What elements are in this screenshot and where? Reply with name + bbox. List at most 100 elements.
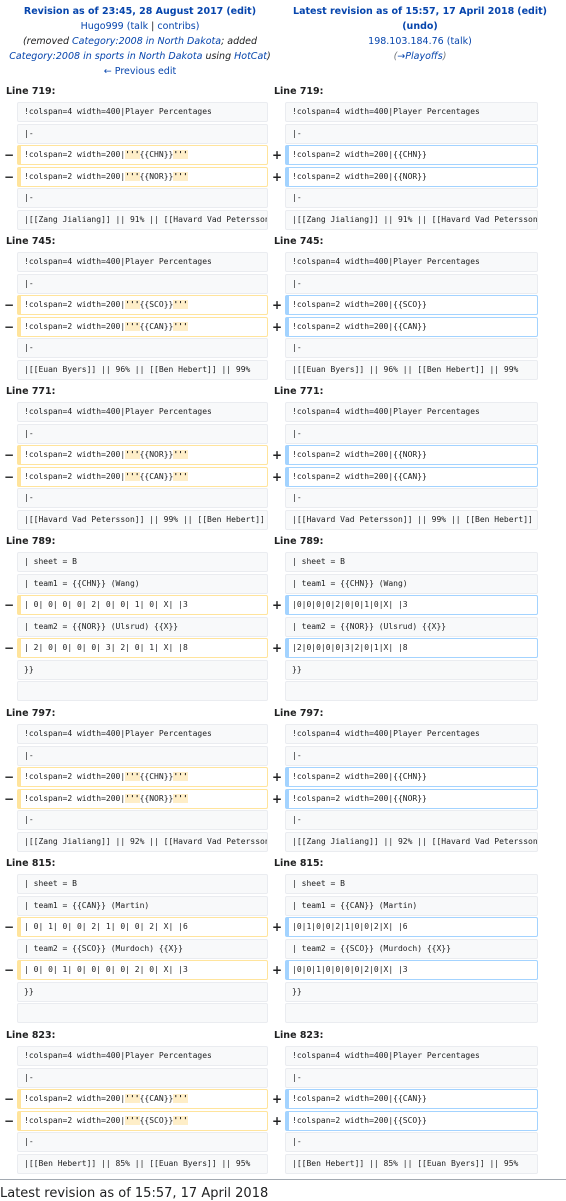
old-revision-title[interactable]: Revision as of 23:45, 28 August 2017: [24, 6, 223, 17]
line-number-left: Line 745:: [6, 236, 56, 247]
added-line: !colspan=2 width=200|{{SCO}}: [285, 295, 538, 315]
context-line-left: |-: [17, 188, 268, 208]
context-line-left: }}: [17, 659, 268, 680]
old-talk-link[interactable]: (talk: [127, 21, 148, 32]
plus-marker: +: [271, 1092, 283, 1106]
line-number-left: Line 771:: [6, 386, 56, 397]
deleted-text-highlight: ''': [125, 300, 140, 309]
line-text: !colspan=2 width=200|: [24, 150, 126, 159]
context-line-right: |-: [285, 745, 538, 766]
hotcat-link[interactable]: HotCat: [234, 51, 267, 62]
line-text: !colspan=2 width=200|: [24, 321, 126, 331]
deleted-text-highlight: ''': [125, 171, 140, 181]
context-line-left: !colspan=4 width=400|Player Percentages: [17, 252, 268, 272]
line-text: {{CAN}}: [139, 321, 174, 331]
summary-text: ): [267, 51, 271, 62]
category-link-2[interactable]: Category:2008 in sports in North Dakota: [9, 51, 202, 62]
context-line-right: | team1 = {{CHN}} (Wang): [285, 573, 538, 594]
added-line: !colspan=2 width=200|{{CAN}}: [285, 316, 538, 337]
deleted-line: !colspan=2 width=200|'''{{CAN}}''': [17, 1089, 268, 1109]
context-line-right: | team2 = {{NOR}} (Ulsrud) {{X}}: [285, 616, 538, 637]
minus-marker: −: [3, 148, 15, 162]
context-line-right: |-: [285, 1067, 538, 1088]
deleted-text-highlight: ''': [173, 1115, 188, 1125]
context-line-left: }}: [17, 981, 268, 1002]
old-user-link[interactable]: Hugo999: [81, 21, 124, 32]
context-line-left: |[[Havard Vad Petersson]] || 99% || [[Be…: [17, 509, 268, 530]
line-text: {{NOR}}: [139, 171, 174, 181]
deleted-text-highlight: ''': [173, 793, 188, 803]
undo-link[interactable]: (undo): [402, 21, 438, 32]
added-line: !colspan=2 width=200|{{CHN}}: [285, 767, 538, 787]
minus-marker: −: [3, 469, 15, 484]
category-link-1[interactable]: Category:2008 in North Dakota: [72, 36, 221, 47]
summary-text: ): [442, 51, 447, 62]
deleted-line: | 0| 0| 0| 0| 2| 0| 0| 1| 0| X| |3: [17, 595, 268, 615]
added-line: !colspan=2 width=200|{{CHN}}: [285, 145, 538, 165]
context-line-left: !colspan=4 width=400|Player Percentages: [17, 102, 268, 122]
minus-marker: −: [3, 1113, 15, 1128]
context-line-right: |-: [285, 188, 538, 208]
context-line-right: !colspan=4 width=400|Player Percentages: [285, 1046, 538, 1066]
context-line-left: |-: [17, 1132, 268, 1152]
diff-header: Revision as of 23:45, 28 August 2017 (ed…: [0, 0, 566, 80]
old-revision-header: Revision as of 23:45, 28 August 2017 (ed…: [6, 4, 274, 79]
plus-marker: +: [271, 319, 283, 334]
new-revision-header: Latest revision as of 15:57, 17 April 20…: [286, 4, 554, 64]
line-text: {{SCO}}: [139, 1115, 174, 1125]
line-text: {{CHN}}: [139, 150, 174, 159]
context-line-right: |-: [285, 1132, 538, 1152]
deleted-text-highlight: ''': [173, 450, 188, 459]
added-line: !colspan=2 width=200|{{CAN}}: [285, 466, 538, 487]
new-edit-summary: (→Playoffs): [286, 49, 554, 64]
new-talk-link[interactable]: (talk): [447, 36, 472, 47]
line-text: !colspan=2 width=200|: [24, 171, 126, 181]
line-number-right: Line 771:: [274, 386, 324, 397]
old-contribs-link[interactable]: contribs): [157, 21, 199, 32]
plus-marker: +: [271, 469, 283, 484]
context-line-right: }}: [285, 981, 538, 1002]
deleted-line: | 0| 0| 1| 0| 0| 0| 0| 2| 0| X| |3: [17, 960, 268, 980]
context-line-left: | team1 = {{CAN}} (Martin): [17, 895, 268, 916]
context-line-right: !colspan=4 width=400|Player Percentages: [285, 102, 538, 122]
previous-edit-link[interactable]: ← Previous edit: [104, 66, 176, 77]
context-line-left: !colspan=4 width=400|Player Percentages: [17, 724, 268, 744]
deleted-line: | 0| 1| 0| 0| 2| 1| 0| 0| 2| X| |6: [17, 917, 268, 937]
context-line-right: |[[Havard Vad Petersson]] || 99% || [[Be…: [285, 509, 538, 530]
context-line-right: | team1 = {{CAN}} (Martin): [285, 895, 538, 916]
context-line-left: |-: [17, 488, 268, 508]
context-line-left: | sheet = B: [17, 874, 268, 894]
line-text: {{CHN}}: [139, 772, 174, 781]
playoffs-section-link[interactable]: →Playoffs: [397, 51, 442, 62]
line-text: {{SCO}}: [139, 300, 174, 309]
new-revision-title[interactable]: Latest revision as of 15:57, 17 April 20…: [293, 6, 514, 17]
new-user-link[interactable]: 198.103.184.76: [368, 36, 444, 47]
context-line-left: |[[Zang Jialiang]] || 92% || [[Havard Va…: [17, 831, 268, 852]
context-line-left: !colspan=4 width=400|Player Percentages: [17, 1046, 268, 1066]
minus-marker: −: [3, 791, 15, 806]
deleted-line: !colspan=2 width=200|'''{{NOR}}''': [17, 788, 268, 809]
line-number-left: Line 815:: [6, 858, 56, 869]
deleted-line: !colspan=2 width=200|'''{{SCO}}''': [17, 295, 268, 315]
deleted-text-highlight: ''': [125, 1094, 140, 1103]
context-line-right: }}: [285, 659, 538, 680]
context-line-right: |-: [285, 273, 538, 294]
context-line-left: |-: [17, 423, 268, 444]
old-edit-summary: (removed Category:2008 in North Dakota; …: [6, 34, 274, 49]
line-number-right: Line 789:: [274, 536, 324, 547]
deleted-line: !colspan=2 width=200|'''{{NOR}}''': [17, 445, 268, 465]
deleted-text-highlight: ''': [173, 471, 188, 481]
deleted-text-highlight: ''': [125, 1115, 140, 1125]
old-edit-link[interactable]: (edit): [226, 6, 256, 17]
deleted-text-highlight: ''': [125, 793, 140, 803]
line-text: !colspan=2 width=200|: [24, 1094, 126, 1103]
plus-marker: +: [271, 963, 283, 977]
line-number-right: Line 823:: [274, 1030, 324, 1041]
line-text: {{CAN}}: [139, 471, 174, 481]
plus-marker: +: [271, 641, 283, 655]
context-line-right: |-: [285, 338, 538, 358]
line-text: !colspan=2 width=200|: [24, 1115, 126, 1125]
deleted-text-highlight: ''': [125, 321, 140, 331]
added-line: |2|0|0|0|0|3|2|0|1|X| |8: [285, 638, 538, 658]
new-edit-link[interactable]: (edit): [517, 6, 547, 17]
